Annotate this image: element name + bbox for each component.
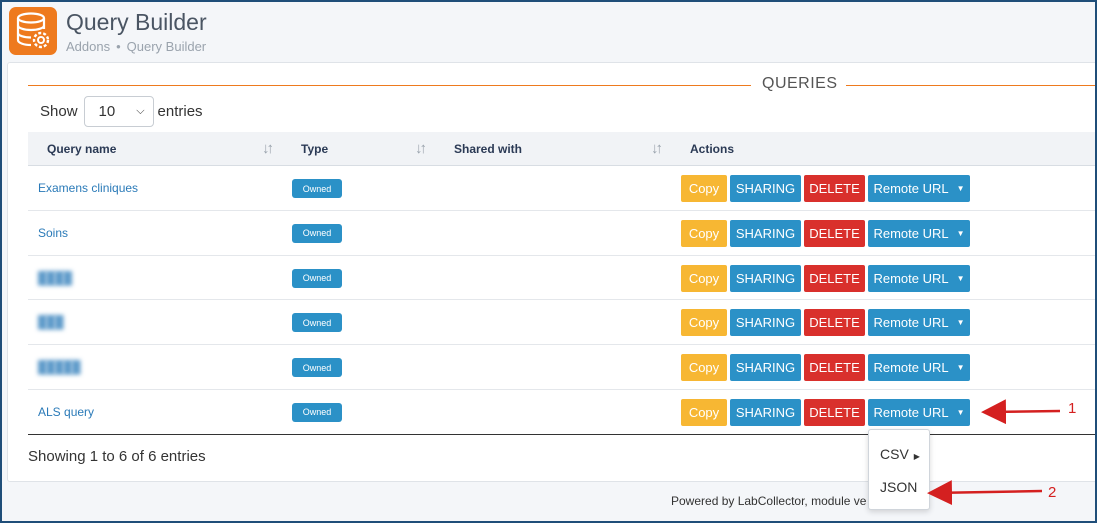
table-info: Showing 1 to 6 of 6 entries [28,448,206,465]
row-actions: Copy SHARING DELETE Remote URL ▼ [681,398,970,426]
breadcrumb-current: Query Builder [126,39,207,54]
sharing-button[interactable]: SHARING [730,398,801,426]
owned-badge: Owned [292,313,342,333]
annotation-label-2: 2 [1048,484,1057,501]
caret-down-icon: ▼ [956,318,965,328]
owned-badge: Owned [292,358,342,378]
table-row: ALS query Owned Copy SHARING DELETE Remo… [28,390,1095,435]
remote-url-label: Remote URL [873,404,949,420]
sharing-button[interactable]: SHARING [730,175,801,202]
section-title: QUERIES [762,75,838,92]
copy-button[interactable]: Copy [681,354,727,382]
copy-button[interactable]: Copy [681,264,727,292]
table-row: ████ Owned Copy SHARING DELETE Remote UR… [28,256,1095,301]
table-row: █████ Owned Copy SHARING DELETE Remote U… [28,345,1095,390]
owned-badge: Owned [292,268,342,288]
column-type[interactable]: Type [301,142,328,156]
remote-url-label: Remote URL [873,360,949,376]
queries-card: QUERIES Show 10 ⌵ entries Query name ↓↑ … [7,62,1095,482]
sharing-button[interactable]: SHARING [730,354,801,382]
length-suffix: entries [157,102,203,120]
entries-per-page-value: 10 [98,102,116,120]
copy-button[interactable]: Copy [681,219,727,247]
remote-url-label: Remote URL [873,315,949,331]
owned-badge: Owned [292,402,342,422]
table-row: Soins Owned Copy SHARING DELETE Remote U… [28,211,1095,256]
length-prefix: Show [40,102,78,120]
breadcrumb-addons[interactable]: Addons [66,39,110,54]
query-name-link-redacted[interactable]: █████ [38,360,81,374]
annotation-arrow-2 [927,480,1043,506]
row-actions: Copy SHARING DELETE Remote URL ▼ [681,264,970,292]
page-header: Query Builder Addons • Query Builder [2,2,1095,62]
breadcrumb: Addons • Query Builder [66,39,206,54]
remote-url-label: Remote URL [873,225,949,241]
remote-url-button[interactable]: Remote URL ▼ [868,398,970,426]
query-name-link[interactable]: Examens cliniques [38,181,138,195]
remote-url-button[interactable]: Remote URL ▼ [868,175,970,202]
table-row: Examens cliniques Owned Copy SHARING DEL… [28,166,1095,211]
remote-url-button[interactable]: Remote URL ▼ [868,354,970,382]
sharing-button[interactable]: SHARING [730,309,801,337]
remote-url-label: Remote URL [873,270,949,286]
caret-right-icon: ▶ [913,452,920,461]
query-name-link[interactable]: ALS query [38,405,94,419]
entries-length-control: Show 10 ⌵ entries [40,95,203,127]
remote-url-button[interactable]: Remote URL ▼ [868,219,970,247]
copy-button[interactable]: Copy [681,309,727,337]
sort-icon[interactable]: ↓↑ [651,140,663,157]
delete-button[interactable]: DELETE [804,354,865,382]
owned-badge: Owned [292,223,342,243]
sharing-button[interactable]: SHARING [730,264,801,292]
row-actions: Copy SHARING DELETE Remote URL ▼ [681,354,970,382]
delete-button[interactable]: DELETE [804,264,865,292]
caret-down-icon: ▼ [956,228,965,238]
caret-down-icon: ▼ [956,184,965,193]
column-query-name[interactable]: Query name [47,142,116,156]
owned-badge: Owned [292,179,342,198]
query-name-link-redacted[interactable]: ████ [38,271,72,285]
dropdown-item-json[interactable]: JSON [880,479,917,495]
query-name-link[interactable]: Soins [38,226,68,240]
caret-down-icon: ▼ [956,363,965,373]
row-actions: Copy SHARING DELETE Remote URL ▼ [681,309,970,337]
caret-down-icon: ▼ [956,273,965,283]
delete-button[interactable]: DELETE [804,219,865,247]
delete-button[interactable]: DELETE [804,309,865,337]
table-header: Query name ↓↑ Type ↓↑ Shared with ↓↑ Act… [28,132,1095,166]
database-gear-icon [9,7,57,55]
breadcrumb-dot-icon: • [116,39,121,54]
entries-per-page-select[interactable]: 10 ⌵ [83,95,154,127]
copy-button[interactable]: Copy [681,175,727,202]
copy-button[interactable]: Copy [681,398,727,426]
chevron-down-icon: ⌵ [136,104,145,117]
annotation-label-1: 1 [1068,400,1077,417]
section-divider-right [846,85,1095,86]
sort-icon[interactable]: ↓↑ [415,140,427,157]
section-header: QUERIES [8,73,1095,97]
remote-url-button[interactable]: Remote URL ▼ [868,264,970,292]
row-actions: Copy SHARING DELETE Remote URL ▼ [681,219,970,247]
remote-url-label: Remote URL [873,181,949,196]
queries-table: Query name ↓↑ Type ↓↑ Shared with ↓↑ Act… [28,132,1095,435]
delete-button[interactable]: DELETE [804,175,865,202]
sort-icon[interactable]: ↓↑ [262,140,274,157]
table-row: ███ Owned Copy SHARING DELETE Remote URL… [28,300,1095,346]
sharing-button[interactable]: SHARING [730,219,801,247]
row-actions: Copy SHARING DELETE Remote URL ▼ [681,175,970,202]
dropdown-item-csv[interactable]: CSV ▶ [880,446,920,462]
query-name-link-redacted[interactable]: ███ [38,315,64,329]
caret-down-icon: ▼ [956,407,965,417]
column-shared-with[interactable]: Shared with [454,142,522,156]
csv-label: CSV [880,446,909,462]
remote-url-button[interactable]: Remote URL ▼ [868,309,970,337]
section-divider-left [28,85,751,86]
footer-text: Powered by LabCollector, module ve [671,494,867,508]
page-title: Query Builder [66,9,207,35]
remote-url-dropdown: CSV ▶ JSON [868,429,930,510]
delete-button[interactable]: DELETE [804,398,865,426]
column-actions: Actions [690,142,735,156]
app-window: Query Builder Addons • Query Builder QUERI… [0,0,1097,523]
